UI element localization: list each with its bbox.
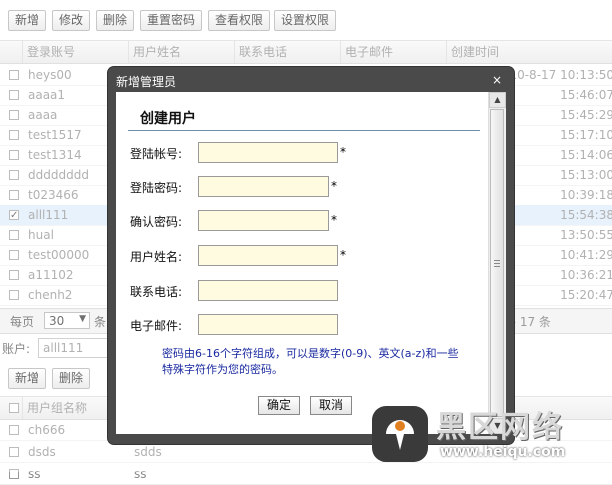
login-password-field[interactable] bbox=[198, 176, 329, 197]
password-hint: 密码由6-16个字符组成，可以是数字(0-9)、英文(a-z)和一些特殊字符作为… bbox=[162, 347, 459, 376]
field-label: 登陆密码: bbox=[130, 181, 183, 195]
watermark-logo-icon bbox=[372, 406, 428, 462]
email-field[interactable] bbox=[198, 314, 338, 335]
close-icon[interactable]: × bbox=[492, 73, 502, 87]
field-label: 登陆帐号: bbox=[130, 147, 183, 161]
field-label: 用户姓名: bbox=[130, 250, 183, 264]
dialog-heading: 创建用户 bbox=[140, 111, 196, 127]
scroll-up-icon[interactable]: ▲ bbox=[489, 92, 506, 108]
new-admin-dialog: 新增管理员 × 创建用户 登陆帐号: * 登陆密码: * 确认密码: * 用户姓名: * 联系电… bbox=[108, 67, 514, 444]
watermark-brand: 黑区网络 bbox=[436, 410, 564, 445]
field-label: 确认密码: bbox=[130, 215, 183, 229]
dialog-body: 创建用户 登陆帐号: * 登陆密码: * 确认密码: * 用户姓名: * 联系电话: 电子邮件: … bbox=[116, 92, 506, 434]
required-mark: * bbox=[340, 248, 346, 262]
cancel-button[interactable]: 取消 bbox=[310, 396, 352, 415]
confirm-button[interactable]: 确定 bbox=[258, 396, 300, 415]
login-account-field[interactable] bbox=[198, 142, 338, 163]
field-label: 电子邮件: bbox=[130, 319, 183, 333]
user-name-field[interactable] bbox=[198, 245, 338, 266]
watermark: 黑区网络 www.heiqu.com bbox=[370, 400, 602, 468]
required-mark: * bbox=[340, 145, 346, 159]
required-mark: * bbox=[331, 179, 337, 193]
dialog-scrollbar[interactable]: ▲ ▼ bbox=[488, 92, 506, 434]
watermark-url: www.heiqu.com bbox=[440, 444, 566, 460]
dialog-title: 新增管理员 bbox=[116, 75, 177, 89]
required-mark: * bbox=[331, 213, 337, 227]
heading-divider bbox=[128, 130, 480, 131]
field-label: 联系电话: bbox=[130, 285, 183, 299]
phone-field[interactable] bbox=[198, 280, 338, 301]
scroll-thumb[interactable] bbox=[490, 109, 504, 417]
confirm-password-field[interactable] bbox=[198, 210, 329, 231]
